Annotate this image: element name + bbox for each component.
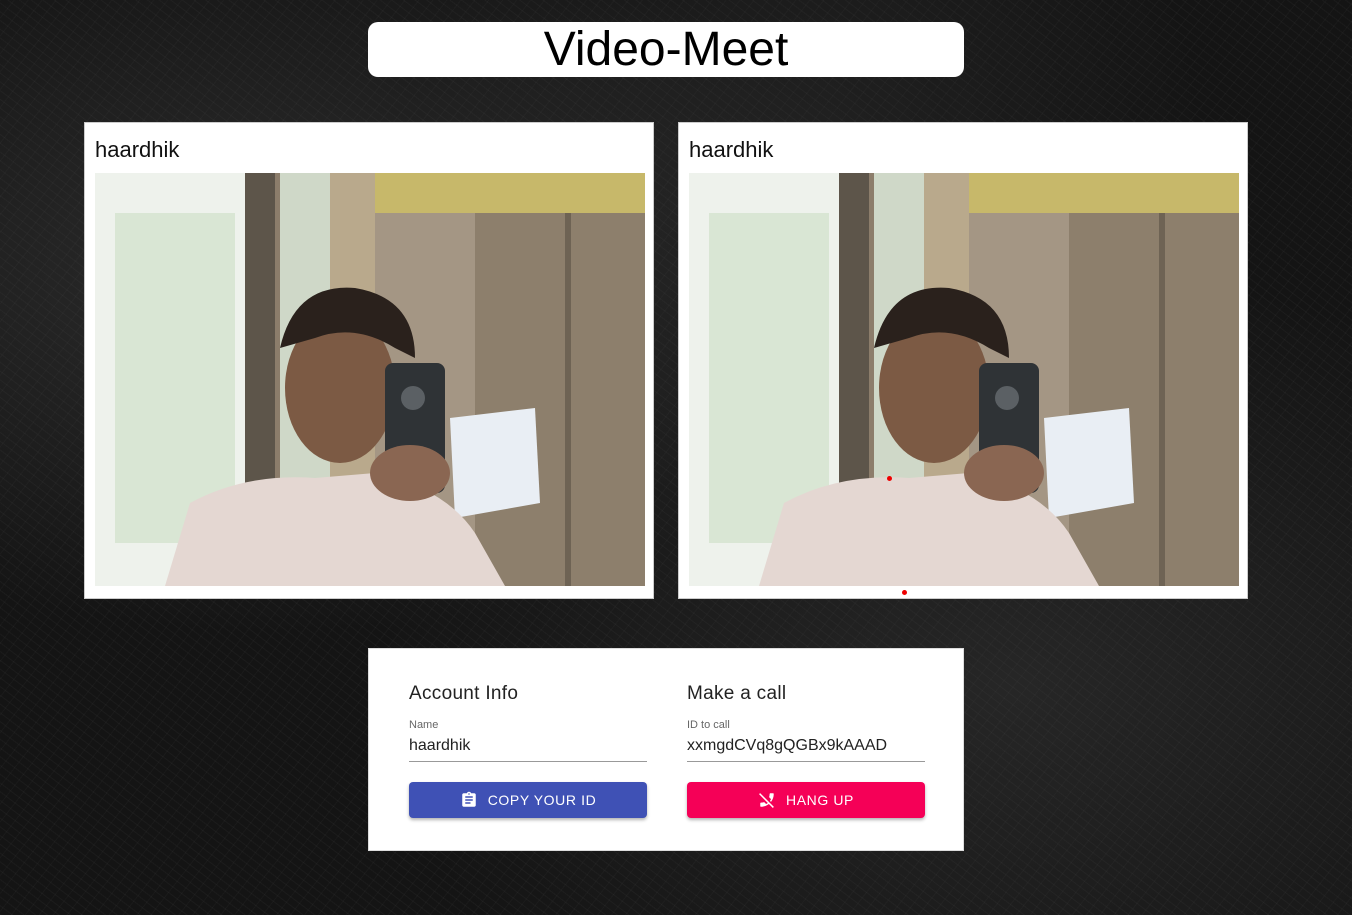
video-indicator-dot (902, 590, 907, 595)
app-title: Video-Meet (543, 23, 789, 76)
copy-id-label: COPY YOUR ID (487, 792, 597, 808)
local-video (95, 173, 645, 586)
copy-id-button[interactable]: COPY YOUR ID (409, 782, 647, 818)
video-caller-name: haardhik (95, 137, 180, 162)
hang-up-label: HANG UP (786, 792, 854, 808)
clipboard-icon (460, 791, 478, 809)
video-caller-name: haardhik (689, 137, 774, 162)
account-info-section: Account Info Name COPY YOUR ID (409, 683, 647, 818)
phone-disabled-icon (758, 791, 776, 809)
hang-up-button[interactable]: HANG UP (687, 782, 925, 818)
name-label: Name (409, 719, 439, 731)
make-call-heading: Make a call (687, 683, 787, 704)
controls-panel: Account Info Name COPY YOUR ID Make a ca… (368, 648, 964, 851)
name-input[interactable] (409, 733, 647, 762)
video-card-local: haardhik (84, 122, 654, 599)
id-to-call-input[interactable] (687, 733, 925, 762)
account-info-heading: Account Info (409, 683, 519, 704)
id-to-call-label: ID to call (687, 719, 730, 731)
title-banner: Video-Meet (368, 22, 964, 77)
video-scene (689, 173, 1239, 586)
video-indicator-dot (887, 476, 892, 481)
make-call-section: Make a call ID to call HANG UP (687, 683, 925, 818)
video-card-remote: haardhik (678, 122, 1248, 599)
remote-video (689, 173, 1239, 586)
video-scene (95, 173, 645, 586)
